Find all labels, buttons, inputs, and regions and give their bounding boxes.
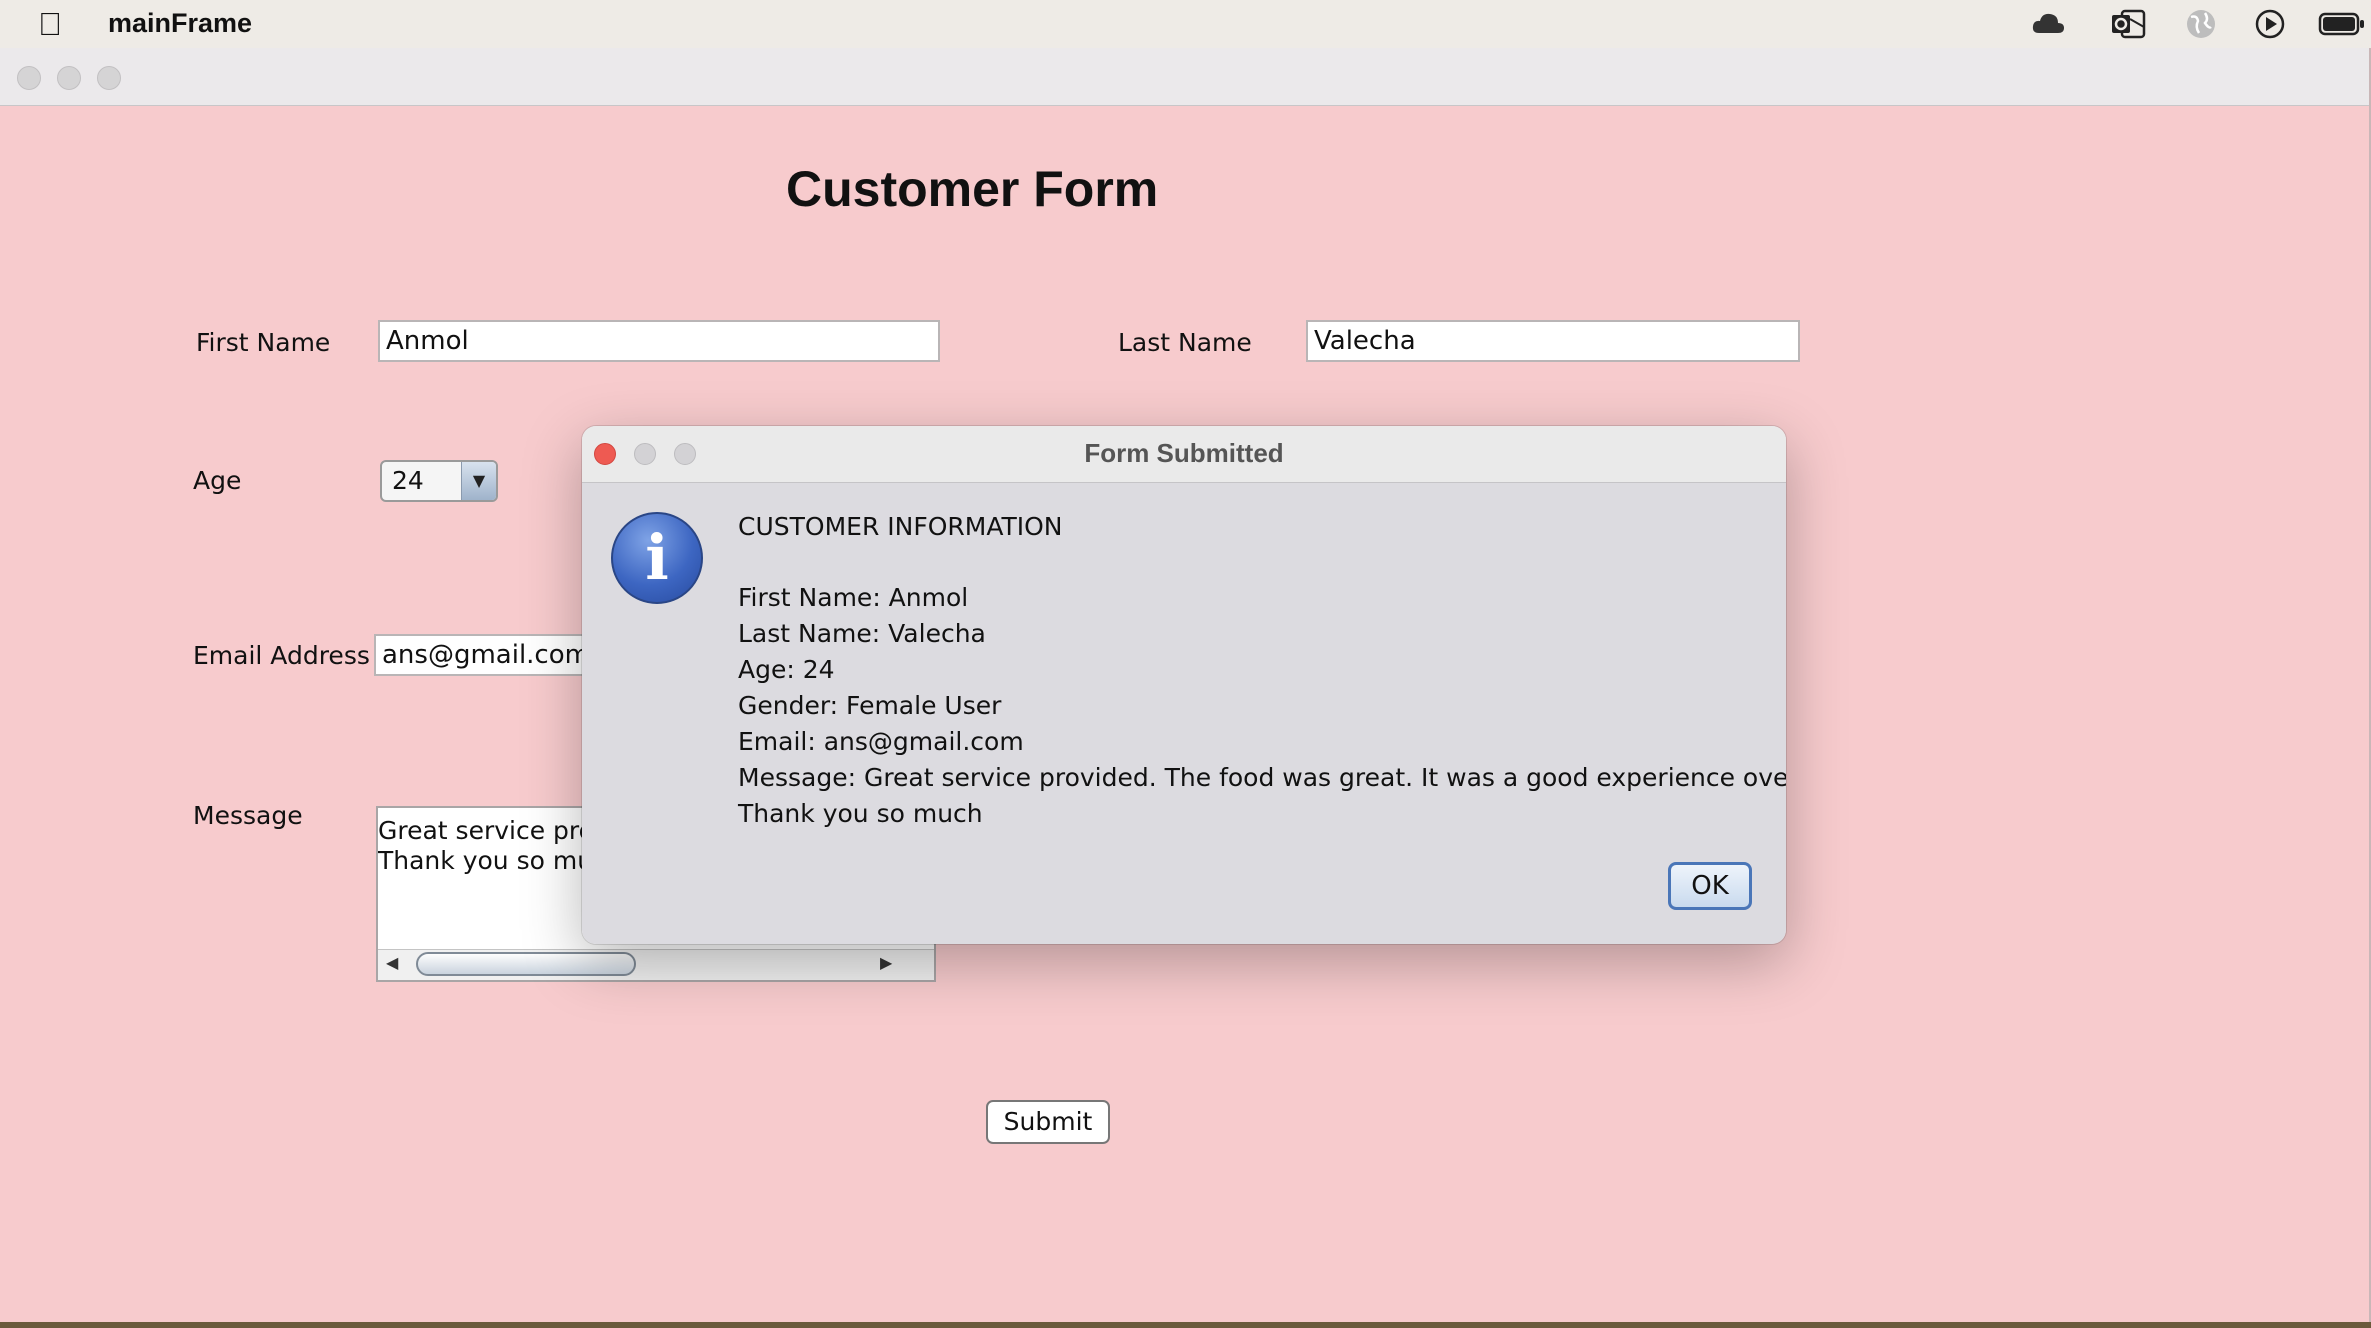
submit-button[interactable]: Submit [986,1100,1110,1144]
app-name[interactable]: mainFrame [108,8,252,39]
scroll-right-icon[interactable]: ▶ [880,953,892,972]
form-title: Customer Form [786,161,1159,217]
minimize-button[interactable] [57,66,81,90]
ok-button[interactable]: OK [1668,862,1752,910]
form-submitted-dialog: Form Submitted i CUSTOMER INFORMATION Fi… [582,426,1786,944]
last-name-field[interactable]: Valecha [1306,320,1800,362]
dialog-line: First Name: Anmol [738,583,969,612]
cloud-icon[interactable] [2030,7,2066,41]
dialog-line: Email: ans@gmail.com [738,727,1024,756]
dialog-line: Message: Great service provided. The foo… [738,763,1786,792]
horizontal-scrollbar[interactable]: ◀ ▶ [378,949,934,980]
chevron-down-icon[interactable]: ▼ [461,462,496,500]
menubar:  mainFrame [0,0,2371,49]
info-icon: i [611,512,703,604]
dialog-line: Age: 24 [738,655,835,684]
dialog-title: Form Submitted [1084,438,1284,468]
scrollbar-thumb[interactable] [416,952,636,976]
close-button[interactable] [17,66,41,90]
dialog-line: Last Name: Valecha [738,619,986,648]
message-label: Message [193,801,303,830]
email-label: Email Address [193,641,370,670]
scroll-left-icon[interactable]: ◀ [386,953,398,972]
play-icon[interactable] [2252,7,2288,41]
battery-icon[interactable] [2318,7,2366,41]
apple-icon[interactable]:  [38,6,62,43]
age-dropdown[interactable]: 24 ▼ [380,460,498,502]
first-name-field[interactable]: Anmol [378,320,940,362]
dialog-line: Thank you so much [738,799,983,828]
outlook-icon[interactable] [2110,7,2146,41]
last-name-label: Last Name [1118,328,1252,357]
window-titlebar[interactable] [0,48,2369,106]
dialog-heading: CUSTOMER INFORMATION [738,512,1063,541]
zoom-button[interactable] [97,66,121,90]
dialog-line: Gender: Female User [738,691,1002,720]
first-name-label: First Name [196,328,331,357]
age-dropdown-value: 24 [392,466,424,495]
dialog-titlebar[interactable]: Form Submitted [582,426,1786,483]
globe-icon[interactable] [2183,7,2219,41]
age-label: Age [193,466,242,495]
